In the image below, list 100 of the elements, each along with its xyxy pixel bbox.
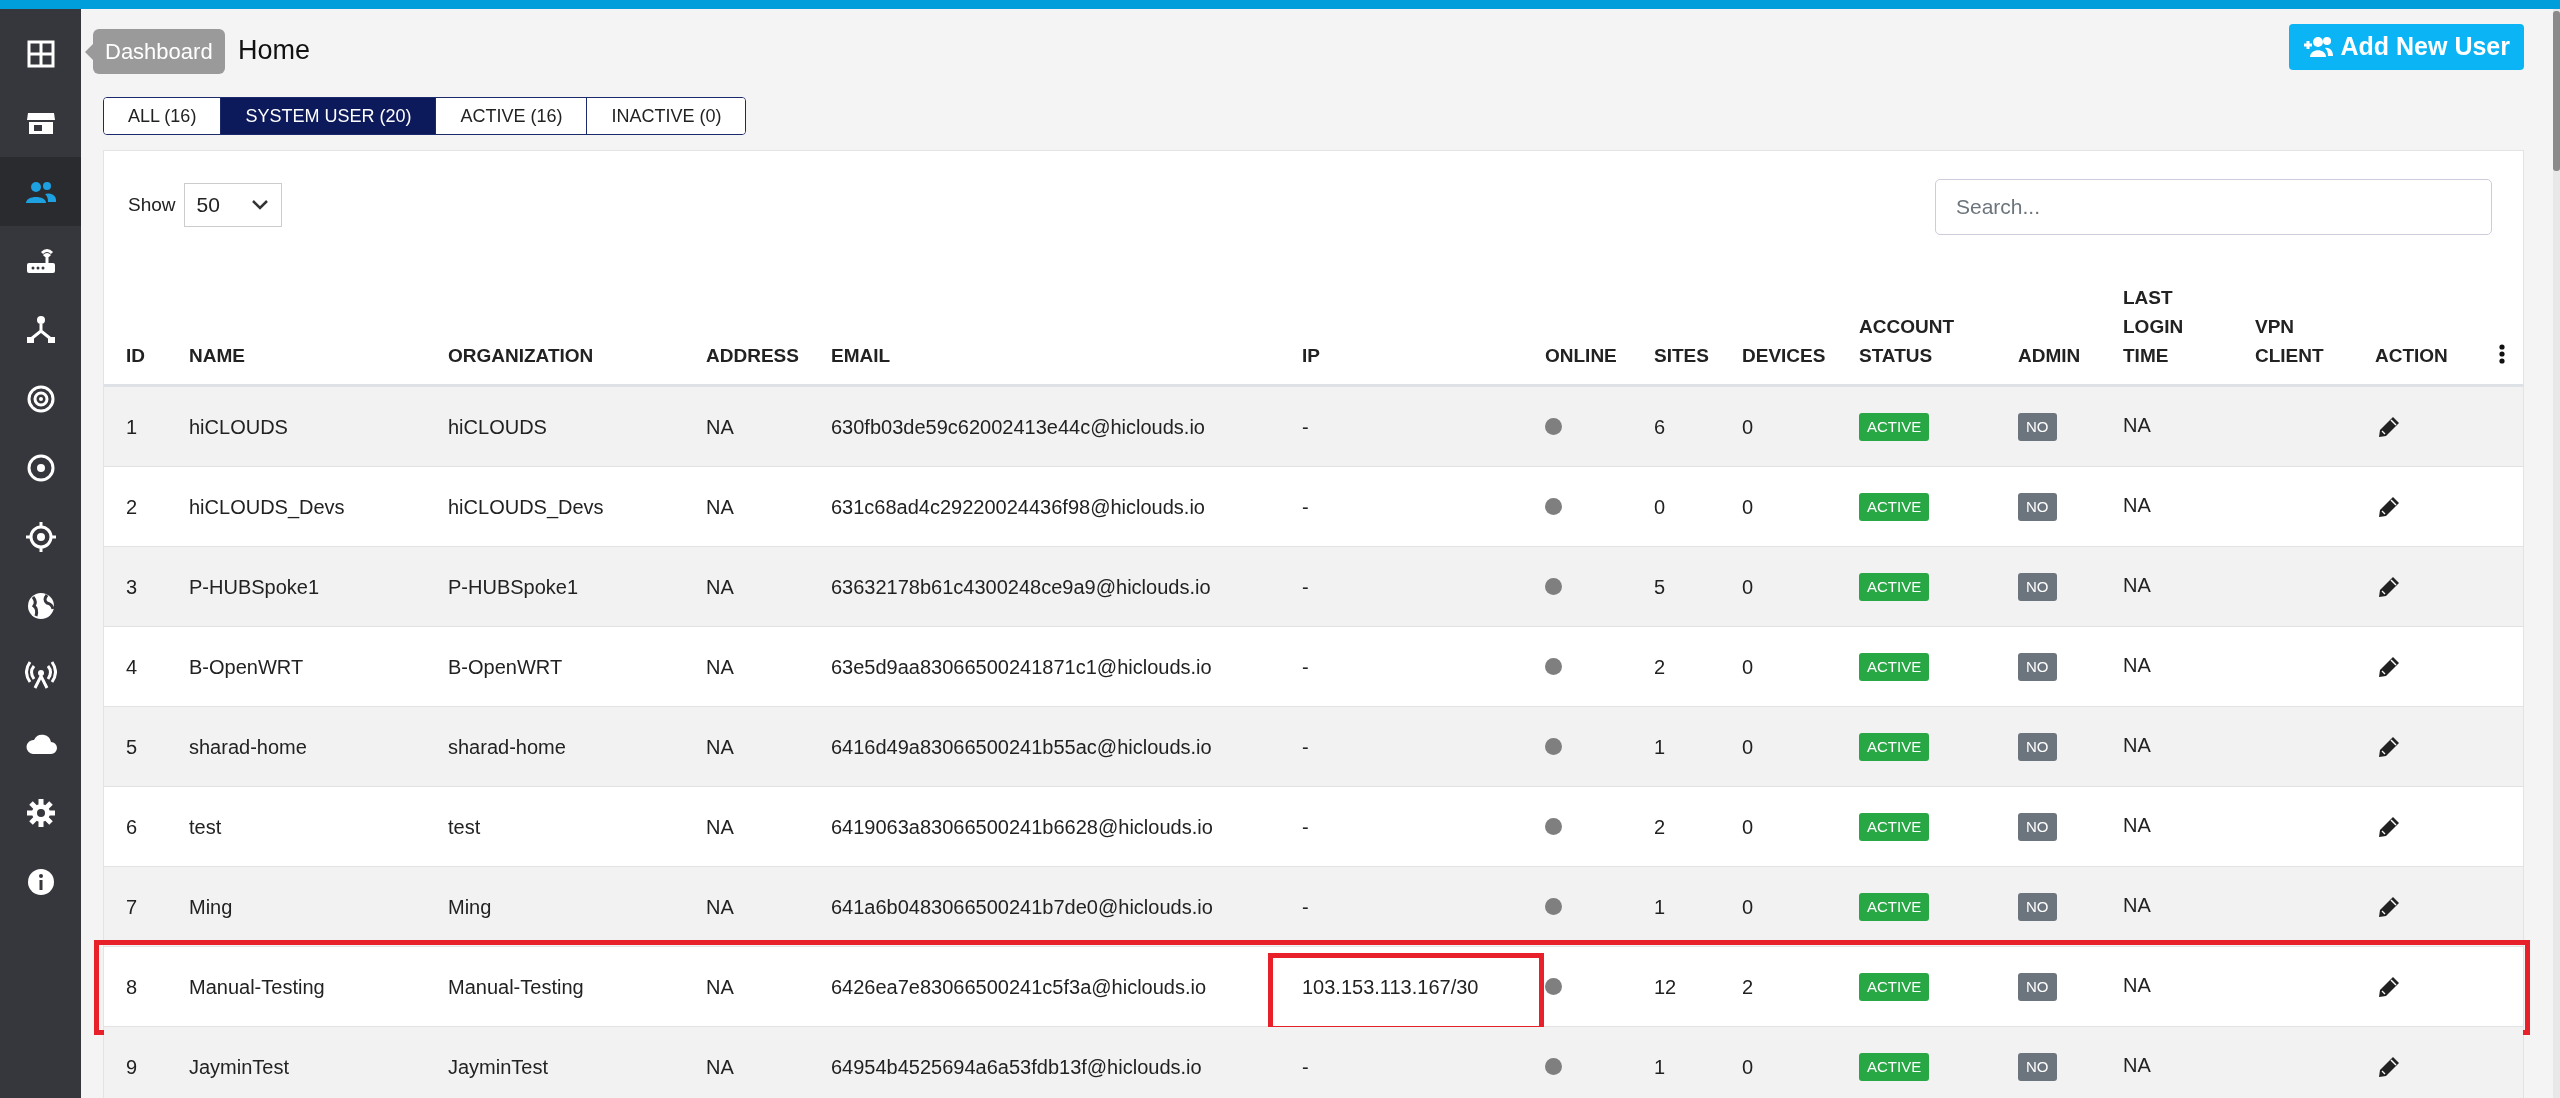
filter-tab[interactable]: SYSTEM USER (20)	[221, 98, 437, 134]
table-cell-text: 0	[1742, 1054, 1755, 1080]
table-cell-text: 9	[126, 1054, 139, 1080]
table-cell-text: NA	[2123, 1052, 2152, 1078]
table-cell-text: NA	[2123, 412, 2152, 438]
table-cell-text: 6	[1654, 414, 1667, 440]
status-badge: ACTIVE	[1859, 492, 1930, 521]
pencil-icon[interactable]	[2378, 495, 2400, 518]
table-cell-text: 8	[126, 974, 139, 1000]
add-users-icon	[2302, 36, 2333, 58]
column-header[interactable]: VPN CLIENT	[2255, 312, 2324, 370]
table-cell-text: 0	[1742, 894, 1755, 920]
table-cell-text: 0	[1742, 734, 1755, 760]
table-cell-text: Ming	[448, 894, 493, 920]
column-header[interactable]: IP	[1302, 341, 1320, 370]
column-header[interactable]: ONLINE	[1545, 341, 1617, 370]
table-cell-text: -	[1302, 414, 1310, 440]
table-cell-text: NA	[706, 1054, 735, 1080]
page-title: Home	[238, 34, 311, 67]
table-cell-text: 63632178b61c4300248ce9a9@hiclouds.io	[831, 574, 1212, 600]
status-badge: ACTIVE	[1859, 1052, 1930, 1081]
table-cell-text: 5	[126, 734, 139, 760]
search-field[interactable]: Search...	[1935, 179, 2492, 235]
column-header[interactable]: ACCOUNT STATUS	[1859, 312, 1954, 370]
filter-tab[interactable]: ACTIVE (16)	[436, 98, 588, 134]
pencil-icon[interactable]	[2378, 895, 2400, 918]
table-cell-text: hiCLOUDS_Devs	[448, 494, 605, 521]
column-header[interactable]: SITES	[1654, 341, 1709, 370]
table-cell-text: 2	[1742, 974, 1755, 1000]
pencil-icon[interactable]	[2378, 735, 2400, 758]
table-cell-text: sharad-home	[448, 734, 567, 760]
table-cell-text: NA	[706, 574, 735, 600]
table-cell-text: NA	[706, 414, 735, 440]
table-cell-text: NA	[2123, 572, 2152, 598]
table-cell-text: NA	[706, 654, 735, 680]
column-header[interactable]: LAST LOGIN TIME	[2123, 283, 2184, 370]
table-cell-text: NA	[706, 494, 735, 520]
admin-badge: NO	[2018, 572, 2057, 601]
column-header[interactable]: ID	[126, 341, 145, 370]
scrollbar[interactable]	[2553, 9, 2560, 1098]
table-cell-text: P-HUBSpoke1	[189, 574, 321, 600]
more-vertical-icon[interactable]	[2499, 344, 2505, 364]
table-cell-text: test	[189, 814, 223, 840]
table-cell-text: NA	[706, 894, 735, 920]
column-header[interactable]: ORGANIZATION	[448, 341, 594, 370]
status-badge: ACTIVE	[1859, 572, 1930, 601]
status-badge: ACTIVE	[1859, 972, 1930, 1001]
column-header[interactable]: ACTION	[2375, 341, 2448, 370]
column-header[interactable]: DEVICES	[1742, 341, 1826, 370]
admin-badge: NO	[2018, 812, 2057, 841]
table-cell-text: JayminTest	[189, 1054, 291, 1080]
table-cell-text: 1	[1654, 734, 1667, 760]
column-header[interactable]: NAME	[189, 341, 245, 370]
pencil-icon[interactable]	[2378, 975, 2400, 998]
pencil-icon[interactable]	[2378, 655, 2400, 678]
admin-badge: NO	[2018, 892, 2057, 921]
table-cell-text: -	[1302, 654, 1310, 680]
table-cell-text: -	[1302, 894, 1310, 920]
table-cell-text: test	[448, 814, 482, 840]
table-cell-text: -	[1302, 734, 1310, 760]
pencil-icon[interactable]	[2378, 415, 2400, 438]
table-cell-text: sharad-home	[189, 734, 308, 760]
status-badge: ACTIVE	[1859, 812, 1930, 841]
column-header[interactable]: ADDRESS	[706, 341, 799, 370]
admin-badge: NO	[2018, 972, 2057, 1001]
table-cell-text: -	[1302, 814, 1310, 840]
status-badge: ACTIVE	[1859, 732, 1930, 761]
page-size-select[interactable]: 50	[183, 183, 282, 227]
tooltip: Dashboard	[85, 29, 225, 74]
table-cell-text: 3	[126, 574, 139, 600]
column-header[interactable]: ADMIN	[2018, 341, 2081, 370]
column-header[interactable]: EMAIL	[831, 341, 891, 370]
table-cell-text: 1	[126, 414, 139, 440]
sidebar-item[interactable]	[0, 157, 81, 226]
table-cell-text: hiCLOUDS	[448, 414, 548, 440]
table-cell-text: 2	[1654, 814, 1667, 840]
status-badge: ACTIVE	[1859, 412, 1930, 441]
table-cell-text: Manual-Testing	[448, 974, 585, 1000]
admin-badge: NO	[2018, 1052, 2057, 1081]
admin-badge: NO	[2018, 732, 2057, 761]
filter-tab[interactable]: ALL (16)	[104, 98, 222, 134]
pencil-icon[interactable]	[2378, 815, 2400, 838]
pencil-icon[interactable]	[2378, 1055, 2400, 1078]
table-cell-text: hiCLOUDS	[189, 414, 289, 440]
admin-badge: NO	[2018, 492, 2057, 521]
table-cell-text: 6426ea7e83066500241c5f3a@hiclouds.io	[831, 974, 1208, 1000]
filter-tab[interactable]: INACTIVE (0)	[587, 98, 746, 134]
network-icon	[24, 313, 57, 346]
pencil-icon[interactable]	[2378, 575, 2400, 598]
table-cell-text: NA	[2123, 652, 2152, 678]
table-cell-text: NA	[706, 734, 735, 760]
table-cell-text: -	[1302, 1054, 1310, 1080]
table-cell-text: 0	[1742, 414, 1755, 440]
table-cell-text: 64954b4525694a6a53fdb13f@hiclouds.io	[831, 1054, 1203, 1080]
table-cell-text: 103.153.113.167/30	[1302, 974, 1480, 1000]
table-cell-text: B-OpenWRT	[189, 654, 305, 680]
table-cell-text: NA	[2123, 732, 2152, 758]
table-cell-text: NA	[706, 974, 735, 1000]
table-cell-text: 6	[126, 814, 139, 840]
gear-icon	[24, 796, 57, 829]
